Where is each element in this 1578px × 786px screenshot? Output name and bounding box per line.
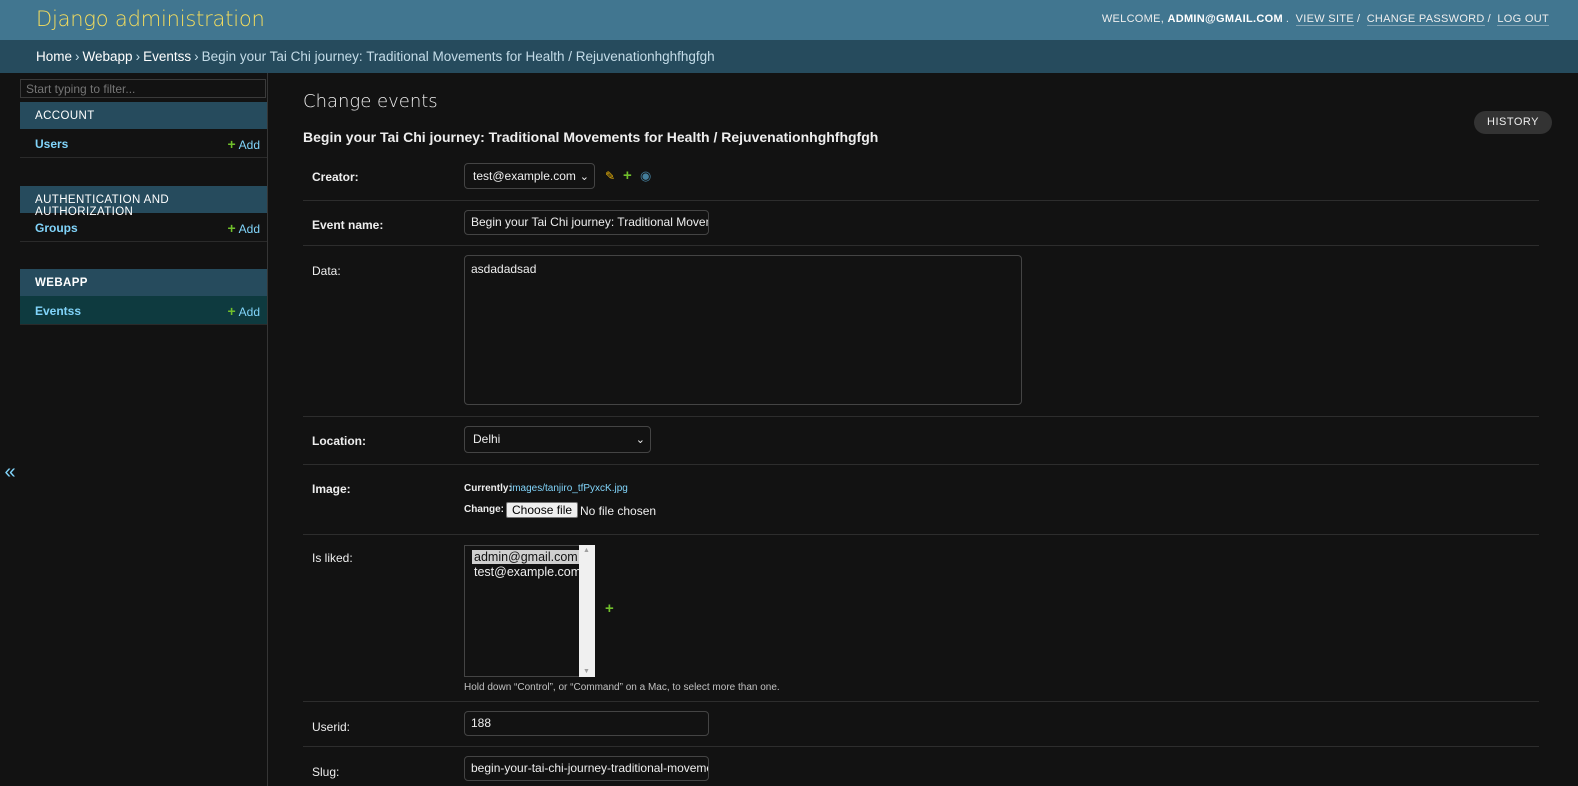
is-liked-multiselect[interactable]: admin@gmail.com test@example.com: [464, 545, 595, 677]
breadcrumb-current: Begin your Tai Chi journey: Traditional …: [201, 49, 715, 64]
welcome-text: WELCOME,: [1101, 13, 1165, 25]
breadcrumb: Home › Webapp › Eventss › Begin your Tai Chi j…: [0, 40, 1578, 73]
no-file-text: No file chosen: [580, 504, 657, 518]
data-textarea[interactable]: asdadadsad: [464, 255, 1022, 405]
toggle-sidebar-button[interactable]: «: [0, 460, 20, 486]
change-password-link[interactable]: CHANGE PASSWORD: [1366, 13, 1485, 26]
plus-icon: +: [227, 136, 236, 152]
event-name-label: Event name:: [312, 218, 384, 232]
creator-select[interactable]: test@example.com ⌄: [464, 163, 595, 189]
sidebar-item-label[interactable]: Eventss: [35, 304, 81, 318]
username: ADMIN@GMAIL.COM: [1167, 13, 1283, 25]
chevron-down-icon: ⌄: [579, 171, 589, 183]
data-label: Data:: [312, 264, 341, 278]
breadcrumb-app[interactable]: Webapp: [83, 49, 133, 64]
add-event-link[interactable]: + Add: [227, 303, 260, 319]
add-group-link[interactable]: + Add: [227, 220, 260, 236]
form-row-event-name: Event name: Begin your Tai Chi journey: …: [303, 201, 1539, 246]
module-caption[interactable]: WEBAPP: [20, 269, 267, 296]
plus-icon[interactable]: +: [605, 600, 614, 617]
plus-icon: +: [227, 303, 236, 319]
site-branding[interactable]: Django administration: [36, 7, 265, 31]
userid-input[interactable]: 188: [464, 711, 709, 736]
location-label: Location:: [312, 434, 366, 448]
logout-link[interactable]: LOG OUT: [1497, 13, 1549, 26]
form-row-userid: Userid: 188: [303, 702, 1539, 747]
scroll-down-icon[interactable]: ▼: [583, 668, 590, 675]
breadcrumb-model[interactable]: Eventss: [143, 49, 191, 64]
pencil-icon[interactable]: ✎: [605, 169, 615, 183]
sidebar-item-users: Users + Add: [20, 129, 267, 158]
image-label: Image:: [312, 482, 351, 496]
module-account: ACCOUNT Users + Add: [20, 102, 267, 158]
form-row-data: Data: asdadadsad: [303, 246, 1539, 417]
sidebar-item-eventss: Eventss + Add: [20, 296, 267, 325]
event-name-input[interactable]: Begin your Tai Chi journey: Traditional …: [464, 210, 709, 235]
plus-icon: +: [227, 220, 236, 236]
is-liked-help-text: Hold down “Control”, or “Command” on a M…: [464, 682, 780, 693]
view-site-link[interactable]: VIEW SITE: [1295, 13, 1354, 26]
is-liked-label: Is liked:: [312, 551, 353, 565]
breadcrumb-home[interactable]: Home: [36, 49, 72, 64]
change-label: Change:: [464, 504, 504, 515]
form-row-location: Location: Delhi ⌄: [303, 417, 1539, 465]
sidebar-item-groups: Groups + Add: [20, 213, 267, 242]
nav-sidebar: ACCOUNT Users +Add AUTHENTICATION AND AU…: [20, 73, 268, 786]
module-webapp: WEBAPP Eventss + Add: [20, 269, 267, 325]
current-image-link[interactable]: images/tanjiro_tfPyxcK.jpg: [510, 483, 628, 494]
module-caption[interactable]: ACCOUNT: [20, 102, 267, 129]
module-caption[interactable]: AUTHENTICATION AND AUTHORIZATION: [20, 186, 267, 218]
page-title: Change events: [303, 91, 438, 112]
userid-label: Userid:: [312, 720, 351, 734]
choose-file-button[interactable]: Choose file: [506, 502, 579, 518]
slug-input[interactable]: begin-your-tai-chi-journey-traditional-m…: [464, 756, 709, 781]
user-tools: WELCOME, ADMIN@GMAIL.COM. VIEW SITE / CHA…: [1101, 13, 1549, 26]
list-item[interactable]: test@example.com: [472, 565, 583, 579]
module-auth: AUTHENTICATION AND AUTHORIZATION Groups …: [20, 186, 267, 242]
chevron-down-icon: ⌄: [635, 434, 645, 446]
scroll-up-icon[interactable]: ▲: [583, 547, 590, 554]
header: Django administration WELCOME, ADMIN@GMA…: [0, 0, 1578, 40]
object-title: Begin your Tai Chi journey: Traditional …: [303, 129, 879, 145]
form-row-image: Image: Currently: images/tanjiro_tfPyxcK…: [303, 465, 1539, 535]
list-item[interactable]: admin@gmail.com: [472, 550, 580, 564]
location-select[interactable]: Delhi ⌄: [464, 426, 651, 453]
currently-label: Currently:: [464, 483, 512, 494]
form-row-slug: Slug: begin-your-tai-chi-journey-traditi…: [303, 747, 1539, 786]
history-button[interactable]: HISTORY: [1474, 111, 1552, 134]
main-content: Change events Begin your Tai Chi journey…: [303, 73, 1552, 786]
add-user-link[interactable]: + Add: [227, 136, 260, 152]
form-row-is-liked: Is liked: admin@gmail.com test@example.c…: [303, 535, 1539, 702]
plus-icon[interactable]: +: [623, 167, 632, 184]
sidebar-item-label[interactable]: Groups: [35, 221, 78, 235]
sidebar-filter-input[interactable]: [20, 79, 266, 98]
slug-label: Slug:: [312, 765, 340, 779]
sidebar-item-label[interactable]: Users: [35, 137, 68, 151]
scrollbar[interactable]: ▲ ▼: [579, 545, 595, 677]
creator-label: Creator:: [312, 170, 359, 184]
eye-icon[interactable]: ◉: [640, 168, 651, 184]
form-row-creator: Creator: test@example.com ⌄ ✎ + ◉: [303, 154, 1539, 201]
